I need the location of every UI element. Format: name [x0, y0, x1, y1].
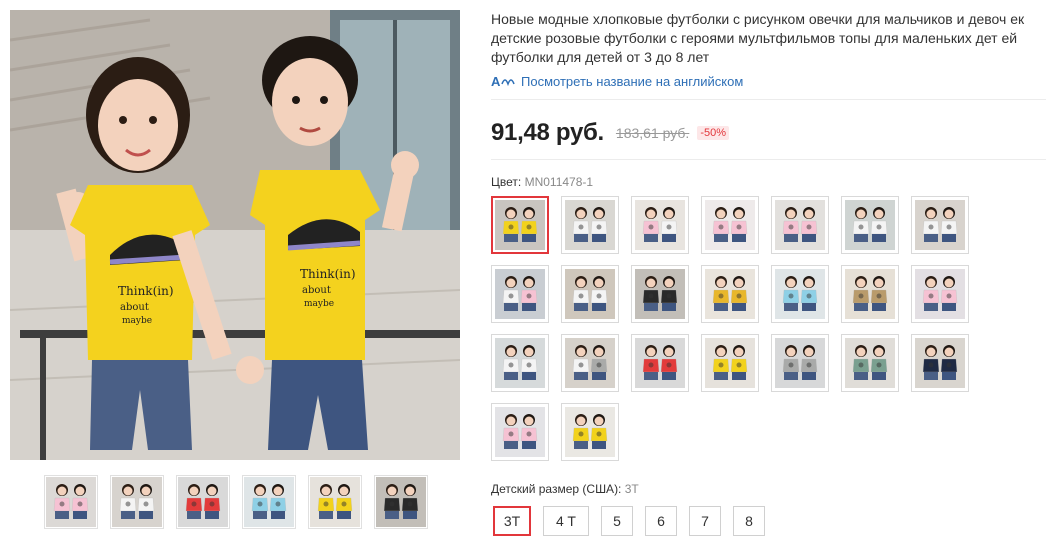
- kids-photo: [705, 200, 755, 250]
- kids-photo: [915, 269, 965, 319]
- size-option-label: 8: [745, 513, 753, 529]
- kids-photo: [775, 338, 825, 388]
- svg-text:maybe: maybe: [304, 299, 334, 309]
- size-option-5[interactable]: 5: [601, 506, 633, 536]
- size-option-6[interactable]: 6: [645, 506, 677, 536]
- product-info: Новые модные хлопковые футболки с рисунк…: [491, 10, 1051, 91]
- svg-text:maybe: maybe: [122, 316, 152, 326]
- product-title: Новые модные хлопковые футболки с рисунк…: [491, 11, 1025, 65]
- main-product-image: Think(in) about maybe Think(in) about ma…: [10, 10, 460, 460]
- kids-photo: [845, 338, 895, 388]
- size-option-8[interactable]: 8: [733, 506, 765, 536]
- color-label-text: Цвет:: [491, 175, 522, 189]
- svg-text:A: A: [491, 74, 501, 89]
- translate-title-link[interactable]: Посмотреть название на английском: [521, 74, 743, 89]
- kids-photo: [845, 269, 895, 319]
- color-swatch[interactable]: [561, 403, 619, 461]
- thumbnail-strip: [44, 475, 428, 529]
- kids-photo: [495, 338, 545, 388]
- color-swatch[interactable]: [911, 334, 969, 392]
- color-swatch[interactable]: [701, 334, 759, 392]
- color-swatch[interactable]: [771, 265, 829, 323]
- color-swatch[interactable]: [771, 334, 829, 392]
- kids-photo: [775, 269, 825, 319]
- size-option-3t[interactable]: 3T: [493, 506, 531, 536]
- translate-icon: A: [491, 74, 515, 89]
- kids-photo: [376, 477, 426, 527]
- size-option-label: 5: [613, 513, 621, 529]
- size-selected-value: 3T: [624, 482, 639, 496]
- color-swatch[interactable]: [631, 334, 689, 392]
- color-swatch[interactable]: [701, 265, 759, 323]
- product-photo: Think(in) about maybe Think(in) about ma…: [10, 10, 460, 460]
- color-selected-value: MN011478-1: [524, 175, 594, 189]
- translate-row: A Посмотреть название на английском: [491, 71, 1051, 91]
- kids-photo: [46, 477, 96, 527]
- thumbnail[interactable]: [242, 475, 296, 529]
- kids-photo: [244, 477, 294, 527]
- kids-photo: [565, 407, 615, 457]
- kids-photo: [915, 338, 965, 388]
- svg-text:Think(in): Think(in): [118, 284, 174, 298]
- size-label: Детский размер (США): 3T: [491, 482, 639, 496]
- kids-photo: [635, 269, 685, 319]
- size-option-label: 6: [657, 513, 665, 529]
- thumbnail[interactable]: [44, 475, 98, 529]
- color-swatch[interactable]: [911, 265, 969, 323]
- kids-photo: [178, 477, 228, 527]
- color-swatch[interactable]: [631, 265, 689, 323]
- color-swatch[interactable]: [841, 265, 899, 323]
- size-option-7[interactable]: 7: [689, 506, 721, 536]
- kids-photo: [705, 269, 755, 319]
- kids-photo: [565, 269, 615, 319]
- color-swatch[interactable]: [841, 196, 899, 254]
- size-label-text: Детский размер (США):: [491, 482, 622, 496]
- thumbnail[interactable]: [308, 475, 362, 529]
- kids-photo: [705, 338, 755, 388]
- discount-badge: -50%: [697, 126, 730, 140]
- kids-photo: [495, 200, 545, 250]
- color-swatch[interactable]: [491, 334, 549, 392]
- size-option-label: 3T: [503, 513, 521, 529]
- kids-photo: [845, 200, 895, 250]
- svg-text:about: about: [120, 302, 149, 313]
- kids-photo: [775, 200, 825, 250]
- svg-text:about: about: [302, 285, 331, 296]
- kids-photo: [635, 338, 685, 388]
- color-swatch[interactable]: [561, 196, 619, 254]
- color-swatch[interactable]: [841, 334, 899, 392]
- color-swatches: [491, 196, 981, 461]
- kids-photo: [565, 200, 615, 250]
- color-swatch[interactable]: [561, 334, 619, 392]
- thumbnail[interactable]: [110, 475, 164, 529]
- kids-photo: [112, 477, 162, 527]
- thumbnail[interactable]: [374, 475, 428, 529]
- color-swatch[interactable]: [491, 196, 549, 254]
- color-swatch[interactable]: [631, 196, 689, 254]
- size-options: 3T 4 T 5 6 7 8: [493, 506, 765, 536]
- kids-photo: [310, 477, 360, 527]
- color-swatch[interactable]: [561, 265, 619, 323]
- thumbnail[interactable]: [176, 475, 230, 529]
- kids-photo: [635, 200, 685, 250]
- svg-text:Think(in): Think(in): [300, 267, 356, 281]
- divider: [491, 99, 1046, 100]
- color-label: Цвет: MN011478-1: [491, 175, 593, 189]
- color-swatch[interactable]: [491, 265, 549, 323]
- color-swatch[interactable]: [491, 403, 549, 461]
- current-price: 91,48 руб.: [491, 119, 604, 146]
- size-option-4t[interactable]: 4 T: [543, 506, 589, 536]
- divider: [491, 159, 1046, 160]
- size-option-label: 7: [701, 513, 709, 529]
- kids-photo: [495, 407, 545, 457]
- kids-photo: [565, 338, 615, 388]
- kids-photo: [915, 200, 965, 250]
- old-price: 183,61 руб.: [615, 125, 690, 141]
- color-swatch[interactable]: [771, 196, 829, 254]
- color-swatch[interactable]: [701, 196, 759, 254]
- price-row: 91,48 руб. 183,61 руб. -50%: [491, 116, 730, 150]
- kids-photo: [495, 269, 545, 319]
- color-swatch[interactable]: [911, 196, 969, 254]
- size-option-label: 4 T: [556, 513, 576, 529]
